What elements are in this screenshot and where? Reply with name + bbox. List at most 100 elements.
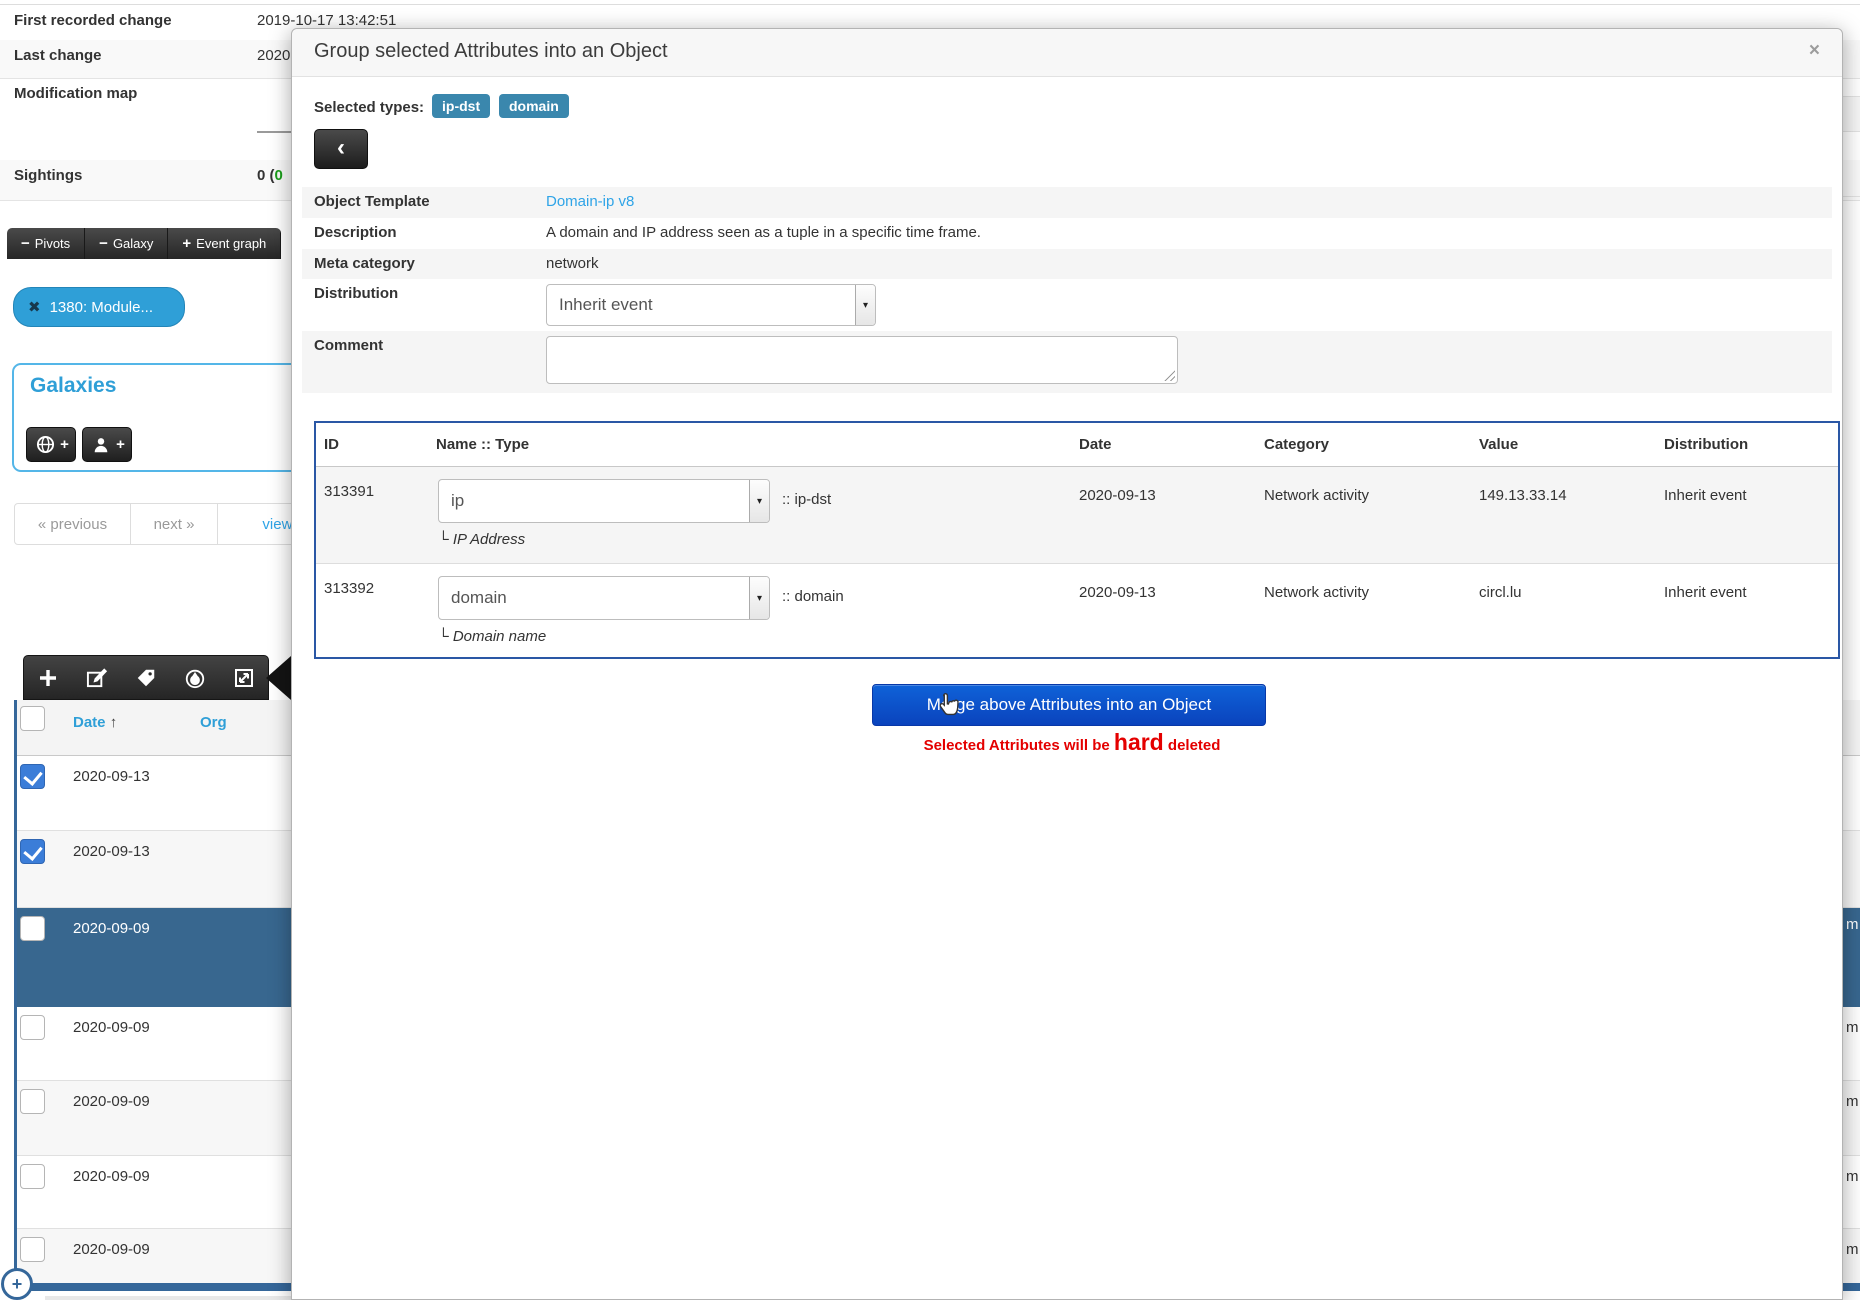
hard-delete-warning: Selected Attributes will be hard deleted — [722, 729, 1422, 756]
category-header: Category — [1264, 436, 1329, 453]
next-label: next » — [154, 516, 195, 533]
dropdown-arrow-icon[interactable]: ▾ — [749, 577, 769, 619]
row-org-text: m — [1846, 1019, 1859, 1036]
attr-id: 313391 — [324, 483, 374, 500]
form-row-object-template: Object Template Domain-ip v8 — [302, 187, 1832, 218]
close-icon[interactable]: ✖ — [28, 298, 41, 316]
warning-hard: hard — [1114, 729, 1164, 755]
warning-pre: Selected Attributes will be — [924, 737, 1114, 754]
row-checkbox[interactable] — [20, 839, 45, 864]
row-checkbox[interactable] — [20, 916, 45, 941]
row-date: 2020-09-13 — [73, 843, 150, 860]
row-date: 2020-09-09 — [73, 1241, 150, 1258]
add-attribute-icon[interactable] — [36, 666, 60, 690]
attr-name-value: domain — [439, 588, 749, 608]
pivots-toggle-button[interactable]: − Pivots — [7, 228, 85, 259]
row-date: 2020-09-09 — [73, 1093, 150, 1110]
galaxy-toggle-button[interactable]: − Galaxy — [85, 228, 168, 259]
resize-handle[interactable] — [1164, 370, 1175, 381]
attr-name-select[interactable]: domain ▾ — [438, 576, 770, 620]
sort-arrow-icon: ↑ — [110, 714, 118, 731]
modal-header: Group selected Attributes into an Object… — [292, 29, 1842, 77]
next-page-button[interactable]: next » — [130, 503, 218, 545]
plus-icon: + — [60, 436, 69, 453]
row-checkbox[interactable] — [20, 764, 45, 789]
row-org-text: m — [1846, 1168, 1859, 1185]
row-date: 2020-09-09 — [73, 920, 150, 937]
person-icon — [89, 433, 113, 457]
warning-post: deleted — [1164, 737, 1221, 754]
row-checkbox[interactable] — [20, 1237, 45, 1262]
attr-distribution: Inherit event — [1664, 487, 1747, 504]
attr-name-select[interactable]: ip ▾ — [438, 479, 770, 523]
row-checkbox[interactable] — [20, 1164, 45, 1189]
row-org-text: m — [1846, 1241, 1859, 1258]
attr-date: 2020-09-13 — [1079, 584, 1156, 601]
sort-by-date-header[interactable]: Date ↑ — [73, 714, 117, 731]
group-attributes-modal: Group selected Attributes into an Object… — [291, 28, 1843, 1300]
attr-value: circl.lu — [1479, 584, 1522, 601]
distribution-select[interactable]: Inherit event ▾ — [546, 284, 876, 326]
dropdown-arrow-icon[interactable]: ▾ — [749, 480, 769, 522]
minus-icon: − — [99, 235, 108, 252]
previous-page-button[interactable]: « previous — [14, 503, 131, 545]
right-sliver-line — [1843, 196, 1860, 197]
attr-type-suffix: :: domain — [782, 588, 844, 605]
sort-by-org-header[interactable]: Org — [200, 714, 227, 731]
row-checkbox[interactable] — [20, 1089, 45, 1114]
close-icon[interactable]: × — [1809, 40, 1820, 62]
tag-icon[interactable] — [134, 666, 158, 690]
previous-label: « previous — [38, 516, 107, 533]
event-graph-toggle-button[interactable]: + Event graph — [168, 228, 281, 259]
attr-distribution: Inherit event — [1664, 584, 1747, 601]
object-template-label: Object Template — [314, 193, 430, 210]
id-header: ID — [324, 436, 339, 453]
back-button[interactable]: ‹ — [314, 129, 368, 169]
first-recorded-change-value: 2019-10-17 13:42:51 — [257, 12, 396, 29]
object-template-link[interactable]: Domain-ip v8 — [546, 193, 634, 210]
value-header: Value — [1479, 436, 1518, 453]
sightings-value: 0 (0 — [257, 167, 283, 184]
select-all-icon[interactable] — [232, 666, 256, 690]
plus-icon: + — [182, 235, 191, 252]
select-all-checkbox[interactable] — [20, 706, 45, 731]
caret-down-icon: ▾ — [757, 496, 762, 507]
first-recorded-change-label: First recorded change — [14, 12, 172, 29]
distribution-select-value: Inherit event — [547, 295, 855, 315]
add-local-galaxy-button[interactable]: + — [82, 427, 132, 462]
dropdown-arrow-icon[interactable]: ▾ — [855, 285, 875, 325]
sightings-count-green: 0 — [275, 167, 283, 184]
description-label: Description — [314, 224, 397, 241]
misp-event-page: First recorded change 2019-10-17 13:42:5… — [0, 0, 1860, 1300]
merge-attributes-button[interactable]: Merge above Attributes into an Object — [872, 684, 1266, 726]
corner-glyph: └ — [438, 531, 449, 548]
caret-down-icon: ▾ — [863, 300, 868, 311]
comment-textarea[interactable] — [546, 336, 1178, 384]
row-date: 2020-09-09 — [73, 1019, 150, 1036]
type-badge-domain: domain — [499, 94, 569, 118]
right-sliver-stripe — [1843, 96, 1860, 132]
next-section-edge — [45, 1296, 291, 1300]
plus-icon: + — [116, 436, 125, 453]
row-date: 2020-09-09 — [73, 1168, 150, 1185]
row-checkbox[interactable] — [20, 1015, 45, 1040]
plus-icon: + — [12, 1274, 23, 1295]
chevron-left-icon: ‹ — [337, 134, 345, 162]
sightings-label: Sightings — [14, 167, 82, 184]
minus-icon: − — [21, 235, 30, 252]
type-badge-ip-dst: ip-dst — [432, 94, 490, 118]
comment-label: Comment — [314, 337, 383, 354]
add-attribute-inline-button[interactable]: + — [1, 1268, 33, 1300]
galaxy-rebel-icon[interactable] — [183, 666, 207, 690]
add-galaxy-button[interactable]: + — [26, 427, 76, 462]
collapse-arrow-icon[interactable] — [266, 656, 291, 700]
pivot-module-pill[interactable]: ✖ 1380: Module... — [13, 287, 185, 327]
merge-table-row: 313392 domain ▾ :: domain └ Domain name … — [316, 563, 1838, 657]
edit-icon[interactable] — [85, 666, 109, 690]
attr-subtext-label: Domain name — [453, 628, 546, 645]
distribution-header: Distribution — [1664, 436, 1748, 453]
sightings-count: 0 ( — [257, 167, 275, 184]
date-header-label: Date — [73, 714, 106, 731]
attr-type-suffix: :: ip-dst — [782, 491, 831, 508]
attr-category: Network activity — [1264, 487, 1369, 504]
